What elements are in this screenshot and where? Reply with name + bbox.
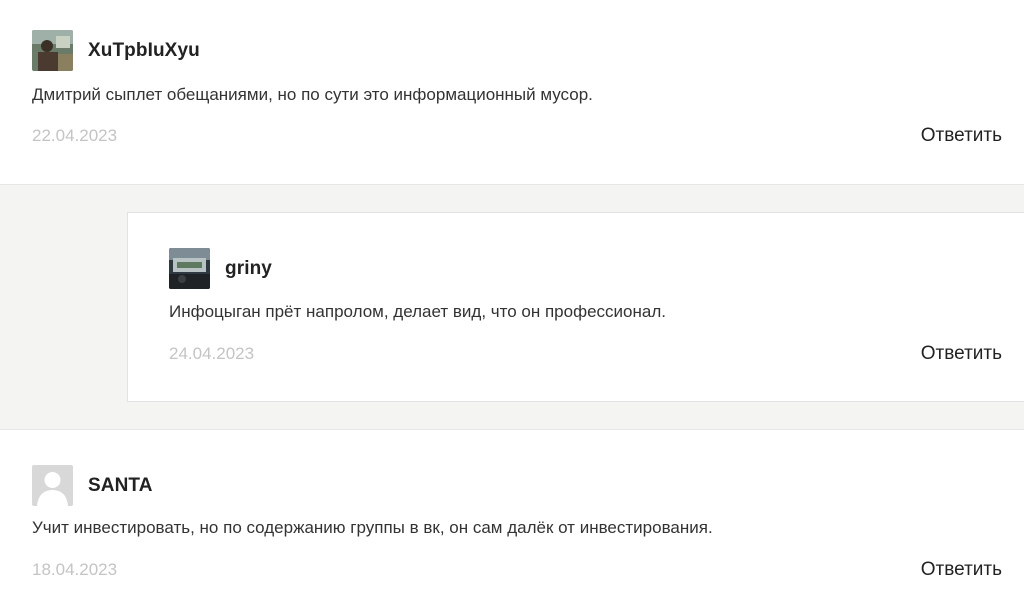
comment-date: 18.04.2023 [32,560,118,579]
avatar [32,30,73,71]
comment-author[interactable]: griny [225,258,272,280]
reply-thread: griny Инфоцыган прёт напролом, делает ви… [0,185,1024,430]
comment: SANTA Учит инвестировать, но по содержан… [0,431,1024,614]
comment-reply: griny Инфоцыган прёт напролом, делает ви… [127,212,1024,402]
comment-date: 24.04.2023 [169,344,255,363]
default-user-avatar-icon [32,465,73,506]
comment: XuTpbIuXyu Дмитрий сыплет обещаниями, но… [0,0,1024,185]
comment-date: 22.04.2023 [32,126,118,145]
reply-button[interactable]: Ответить [921,125,1002,147]
comment-header: griny [169,248,272,289]
reply-button[interactable]: Ответить [921,559,1002,581]
comment-author[interactable]: SANTA [88,475,153,497]
comment-header: SANTA [32,465,153,506]
comment-text: Инфоцыган прёт напролом, делает вид, что… [169,302,666,321]
comment-text: Дмитрий сыплет обещаниями, но по сути эт… [32,85,593,104]
comment-author[interactable]: XuTpbIuXyu [88,40,200,62]
reply-button[interactable]: Ответить [921,343,1002,365]
comment-header: XuTpbIuXyu [32,30,200,71]
avatar [169,248,210,289]
comment-text: Учит инвестировать, но по содержанию гру… [32,518,713,537]
